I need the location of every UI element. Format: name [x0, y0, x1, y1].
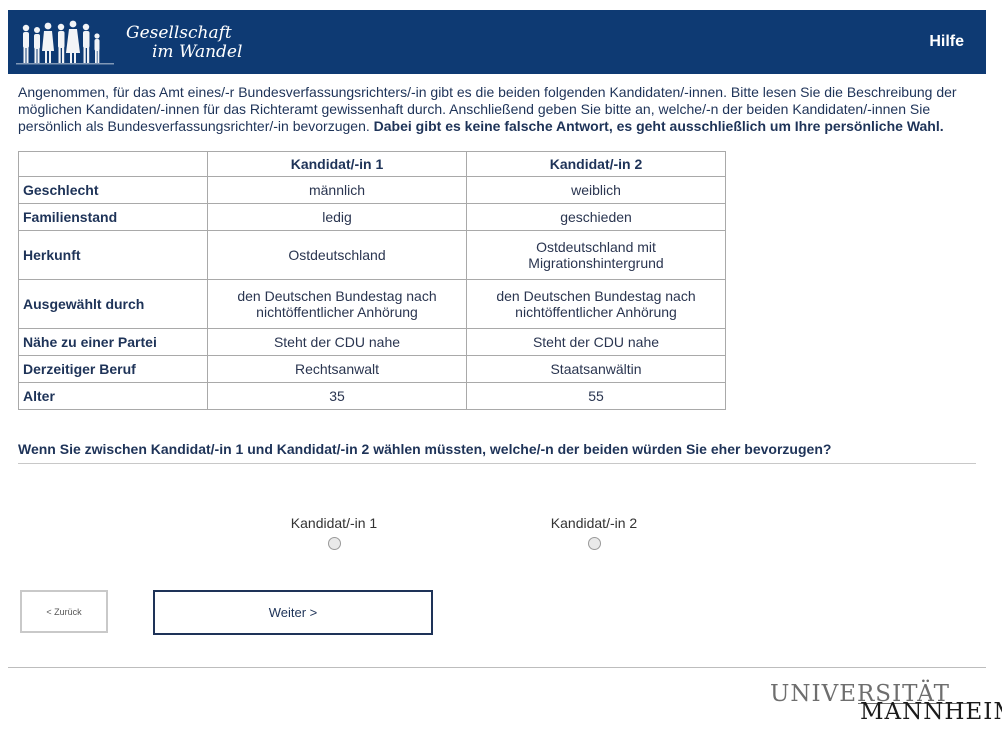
- cell-candidate-1: Rechtsanwalt: [207, 355, 467, 383]
- table-header-empty: [18, 151, 208, 177]
- back-button[interactable]: < Zurück: [20, 590, 108, 633]
- table-row: Derzeitiger Beruf Rechtsanwalt Staatsanw…: [18, 355, 726, 383]
- logo-text: Gesellschaft im Wandel: [126, 24, 242, 62]
- cell-candidate-1: Ostdeutschland: [207, 230, 467, 280]
- table-row: Ausgewählt durch den Deutschen Bundestag…: [18, 279, 726, 329]
- table-header-row: Kandidat/-in 1 Kandidat/-in 2: [18, 151, 726, 177]
- next-button[interactable]: Weiter >: [153, 590, 433, 635]
- cell-candidate-1: ledig: [207, 203, 467, 231]
- row-label: Nähe zu einer Partei: [18, 328, 208, 356]
- footer-divider: [8, 667, 986, 668]
- option-candidate-1: Kandidat/-in 1: [274, 515, 394, 553]
- cell-candidate-2: weiblich: [466, 176, 726, 204]
- row-label: Geschlecht: [18, 176, 208, 204]
- cell-candidate-1: 35: [207, 382, 467, 410]
- help-link[interactable]: Hilfe: [929, 33, 964, 51]
- cell-candidate-1: Steht der CDU nahe: [207, 328, 467, 356]
- table-row: Alter 35 55: [18, 382, 726, 410]
- question-divider: [18, 463, 976, 464]
- candidate-table: Kandidat/-in 1 Kandidat/-in 2 Geschlecht…: [18, 151, 726, 410]
- logo-line2: im Wandel: [152, 42, 243, 62]
- cell-candidate-2: geschieden: [466, 203, 726, 231]
- row-label: Herkunft: [18, 230, 208, 280]
- table-row: Herkunft Ostdeutschland Ostdeutschland m…: [18, 230, 726, 280]
- option-label-candidate-1: Kandidat/-in 1: [290, 515, 378, 531]
- option-label-candidate-2: Kandidat/-in 2: [550, 515, 638, 531]
- row-label: Alter: [18, 382, 208, 410]
- cell-candidate-2: Steht der CDU nahe: [466, 328, 726, 356]
- cell-candidate-1: den Deutschen Bundestag nach nichtöffent…: [207, 279, 467, 329]
- table-header-candidate-2: Kandidat/-in 2: [466, 151, 726, 177]
- radio-candidate-2[interactable]: [587, 537, 601, 550]
- people-silhouette-icon: [16, 20, 114, 65]
- row-label: Ausgewählt durch: [18, 279, 208, 329]
- table-row: Geschlecht männlich weiblich: [18, 176, 726, 204]
- university-mannheim-logo: UNIVERSITÄT MANNHEIM: [770, 681, 1002, 725]
- radio-candidate-1[interactable]: [327, 537, 341, 550]
- cell-candidate-2: Ostdeutschland mit Migrationshintergrund: [466, 230, 726, 280]
- table-row: Nähe zu einer Partei Steht der CDU nahe …: [18, 328, 726, 356]
- intro-bold: Dabei gibt es keine falsche Antwort, es …: [373, 118, 944, 134]
- question-text: Wenn Sie zwischen Kandidat/-in 1 und Kan…: [18, 441, 832, 457]
- uni-logo-line2: MANNHEIM: [860, 699, 1002, 725]
- table-header-candidate-1: Kandidat/-in 1: [207, 151, 467, 177]
- cell-candidate-2: den Deutschen Bundestag nach nichtöffent…: [466, 279, 726, 329]
- option-candidate-2: Kandidat/-in 2: [534, 515, 654, 553]
- table-row: Familienstand ledig geschieden: [18, 203, 726, 231]
- cell-candidate-1: männlich: [207, 176, 467, 204]
- cell-candidate-2: Staatsanwältin: [466, 355, 726, 383]
- intro-text: Angenommen, für das Amt eines/-r Bundesv…: [18, 84, 984, 135]
- row-label: Familienstand: [18, 203, 208, 231]
- cell-candidate-2: 55: [466, 382, 726, 410]
- row-label: Derzeitiger Beruf: [18, 355, 208, 383]
- gesellschaft-im-wandel-logo: Gesellschaft im Wandel: [16, 14, 256, 70]
- logo-line1: Gesellschaft: [126, 23, 232, 43]
- page-header: Gesellschaft im Wandel Hilfe: [8, 10, 986, 74]
